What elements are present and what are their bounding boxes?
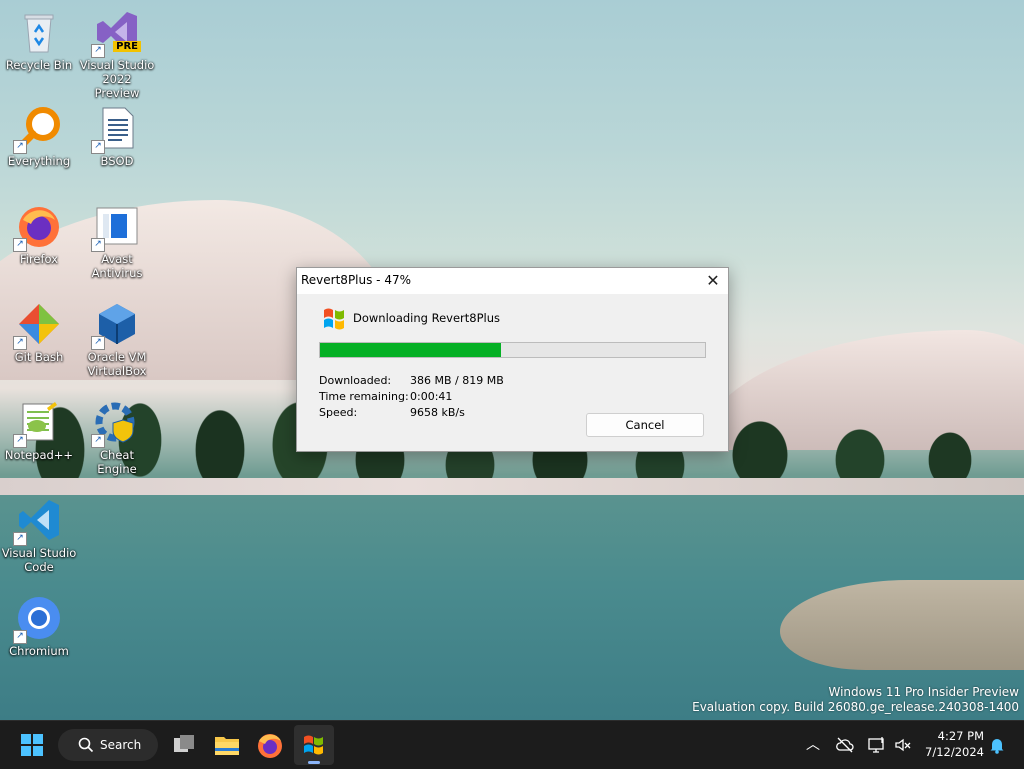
windows-logo-icon: [321, 304, 349, 332]
desktop-icon-visual-studio-2022-preview[interactable]: PRE ↗ Visual Studio 2022 Preview: [79, 8, 155, 100]
download-heading: Downloading Revert8Plus: [353, 311, 500, 325]
desktop-icon-label: Firefox: [19, 252, 59, 266]
avast-icon: ↗: [91, 202, 141, 252]
cancel-button[interactable]: Cancel: [586, 413, 704, 437]
desktop-icon-label: BSOD: [100, 154, 134, 168]
desktop-icon-chromium[interactable]: ↗ Chromium: [1, 594, 77, 658]
watermark-line-2: Evaluation copy. Build 26080.ge_release.…: [692, 700, 1019, 714]
desktop-icon-label: Git Bash: [14, 350, 64, 364]
desktop-icon-label: Visual Studio 2022 Preview: [79, 58, 155, 100]
dialog-titlebar[interactable]: Revert8Plus - 47% ✕: [297, 268, 728, 294]
close-button[interactable]: ✕: [698, 268, 728, 294]
desktop-icon-git-bash[interactable]: ↗ Git Bash: [1, 300, 77, 364]
speed-value: 9658 kB/s: [410, 406, 465, 419]
document-icon: ↗: [91, 104, 141, 154]
dialog-body: Downloading Revert8Plus Downloaded: 386 …: [297, 294, 728, 451]
file-explorer-button[interactable]: [207, 725, 247, 765]
preview-badge: PRE: [113, 41, 141, 52]
shortcut-arrow-icon: ↗: [13, 630, 27, 644]
start-button[interactable]: [12, 725, 52, 765]
visual-studio-icon: PRE ↗: [91, 8, 141, 58]
shortcut-arrow-icon: ↗: [91, 434, 105, 448]
revert8plus-icon: [304, 735, 323, 755]
shortcut-arrow-icon: ↗: [13, 336, 27, 350]
firefox-icon: ↗: [13, 202, 63, 252]
task-view-icon: [174, 735, 194, 752]
close-icon: ✕: [706, 271, 720, 290]
shortcut-arrow-icon: ↗: [13, 140, 27, 154]
clock-date: 7/12/2024: [925, 745, 984, 759]
cloud-off-icon[interactable]: [835, 735, 855, 755]
shortcut-arrow-icon: ↗: [13, 532, 27, 546]
revert8plus-taskbar-button[interactable]: [294, 725, 334, 765]
desktop-icon-cheat-engine[interactable]: ↗ Cheat Engine: [79, 398, 155, 476]
taskbar-clock[interactable]: 4:27 PM 7/12/2024: [925, 728, 984, 760]
search-icon: [78, 737, 94, 753]
firefox-taskbar-button[interactable]: [250, 725, 290, 765]
shortcut-arrow-icon: ↗: [13, 238, 27, 252]
network-icon[interactable]: [867, 735, 887, 755]
clock-time: 4:27 PM: [937, 729, 984, 743]
notepad-plus-plus-icon: ↗: [13, 398, 63, 448]
vscode-icon: ↗: [13, 496, 63, 546]
desktop-icon-label: Visual Studio Code: [1, 546, 77, 574]
shortcut-arrow-icon: ↗: [91, 238, 105, 252]
shortcut-arrow-icon: ↗: [91, 140, 105, 154]
download-progress-bar: [319, 342, 706, 358]
chromium-icon: ↗: [13, 594, 63, 644]
task-view-button[interactable]: [164, 725, 204, 765]
everything-icon: ↗: [13, 104, 63, 154]
recycle-bin-icon: [15, 8, 63, 56]
firefox-icon: [258, 734, 282, 758]
download-dialog: Revert8Plus - 47% ✕ Downloading Revert8P…: [296, 267, 729, 452]
desktop-icon-label: Recycle Bin: [5, 58, 73, 72]
desktop-icon-recycle-bin[interactable]: Recycle Bin: [1, 8, 77, 72]
taskbar: Search ︿ 4:27 PM 7/12/2024: [0, 720, 1024, 769]
shortcut-arrow-icon: ↗: [91, 44, 105, 58]
desktop-icon-label: Notepad++: [4, 448, 74, 462]
git-bash-icon: ↗: [13, 300, 63, 350]
file-explorer-icon: [215, 737, 239, 755]
desktop-icon-firefox[interactable]: ↗ Firefox: [1, 202, 77, 266]
watermark-line-1: Windows 11 Pro Insider Preview: [828, 685, 1019, 699]
desktop-icon-bsod[interactable]: ↗ BSOD: [79, 104, 155, 168]
desktop-icon-visual-studio-code[interactable]: ↗ Visual Studio Code: [1, 496, 77, 574]
virtualbox-icon: ↗: [91, 300, 141, 350]
dialog-title: Revert8Plus - 47%: [301, 273, 411, 287]
time-remaining-label: Time remaining:: [319, 390, 409, 403]
desktop-icon-everything[interactable]: ↗ Everything: [1, 104, 77, 168]
progress-fill: [320, 343, 501, 357]
desktop-icon-label: Oracle VM VirtualBox: [87, 350, 147, 378]
chevron-up-icon[interactable]: ︿: [803, 735, 823, 755]
search-label: Search: [100, 738, 142, 752]
start-icon: [21, 734, 43, 756]
active-app-indicator: [308, 761, 320, 764]
time-remaining-value: 0:00:41: [410, 390, 453, 403]
speed-label: Speed:: [319, 406, 358, 419]
evaluation-watermark: Windows 11 Pro Insider Preview Evaluatio…: [692, 685, 1019, 715]
cheat-engine-icon: ↗: [91, 398, 141, 448]
desktop-icon-label: Chromium: [9, 644, 69, 658]
taskbar-search-box[interactable]: Search: [58, 729, 158, 761]
desktop-icon-label: Cheat Engine: [97, 448, 137, 476]
desktop-icon-oracle-vm-virtualbox[interactable]: ↗ Oracle VM VirtualBox: [79, 300, 155, 378]
downloaded-label: Downloaded:: [319, 374, 392, 387]
desktop-icon-label: Avast Antivirus: [91, 252, 143, 280]
volume-muted-icon[interactable]: [893, 735, 913, 755]
desktop-icon-label: Everything: [7, 154, 71, 168]
notification-bell-icon[interactable]: [987, 735, 1007, 755]
downloaded-value: 386 MB / 819 MB: [410, 374, 504, 387]
desktop-icon-notepad-plus-plus[interactable]: ↗ Notepad++: [1, 398, 77, 462]
shortcut-arrow-icon: ↗: [13, 434, 27, 448]
shortcut-arrow-icon: ↗: [91, 336, 105, 350]
desktop-icon-avast-antivirus[interactable]: ↗ Avast Antivirus: [79, 202, 155, 280]
